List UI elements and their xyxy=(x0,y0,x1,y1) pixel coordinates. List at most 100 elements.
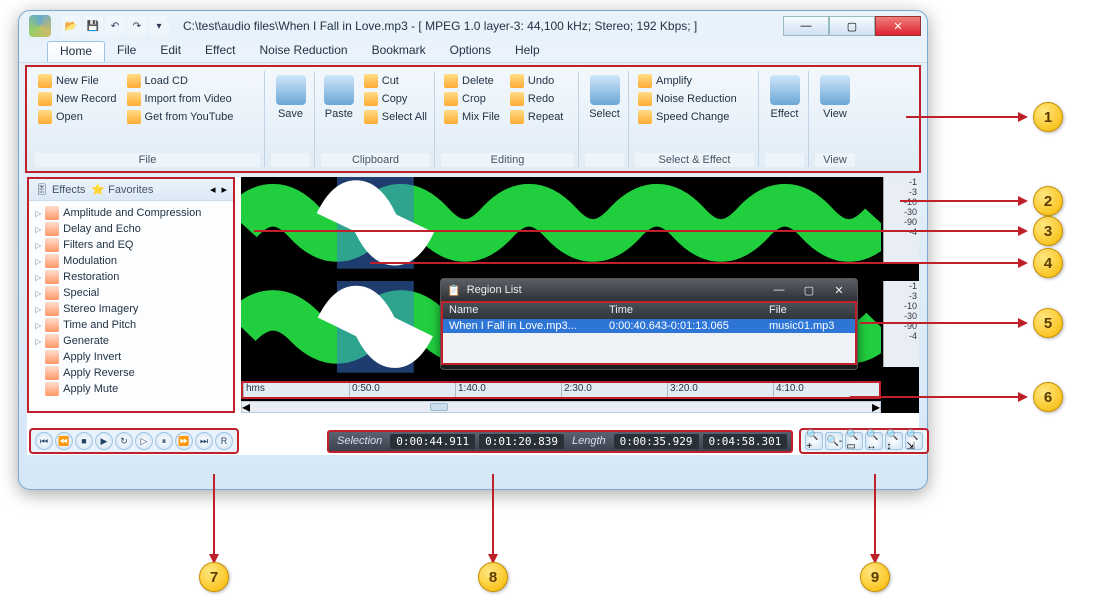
qat-save-icon[interactable]: 💾 xyxy=(83,16,103,36)
minimize-button[interactable]: — xyxy=(783,16,829,36)
amplify-button[interactable]: Amplify xyxy=(635,73,740,89)
fx-mute[interactable]: ▷Apply Mute xyxy=(33,381,229,397)
chevron-right-icon[interactable]: ▸ xyxy=(221,183,227,196)
zoom-in-button[interactable]: 🔍+ xyxy=(805,432,823,450)
menu-help[interactable]: Help xyxy=(503,41,552,62)
zoom-out-button[interactable]: 🔍- xyxy=(825,432,843,450)
menu-effect[interactable]: Effect xyxy=(193,41,247,62)
chevron-left-icon[interactable]: ◂ xyxy=(210,183,216,196)
file-icon xyxy=(38,74,52,88)
new-file-button[interactable]: New File xyxy=(35,73,120,89)
timeline-ruler[interactable]: hms 0:50.0 1:40.0 2:30.0 3:20.0 4:10.0 xyxy=(241,381,881,399)
region-maximize-button[interactable]: ▢ xyxy=(797,284,821,297)
zoom-out-v-button[interactable]: 🔍⇲ xyxy=(905,432,923,450)
region-list-titlebar[interactable]: 📋 Region List — ▢ ✕ xyxy=(441,279,857,301)
copy-button[interactable]: Copy xyxy=(361,91,430,107)
effects-tab[interactable]: 🎚 Effects xyxy=(35,183,85,196)
arrow-7 xyxy=(213,474,215,556)
waveform-left-channel[interactable] xyxy=(241,177,881,263)
noise-reduction-button[interactable]: Noise Reduction xyxy=(635,91,740,107)
qat-dropdown-icon[interactable]: ▾ xyxy=(149,16,169,36)
qat-undo-icon[interactable]: ↶ xyxy=(105,16,125,36)
region-row[interactable]: When I Fall in Love.mp3... 0:00:40.643-0… xyxy=(443,319,855,333)
fx-restoration[interactable]: ▷Restoration xyxy=(33,269,229,285)
select-button[interactable]: Select xyxy=(585,71,624,153)
redo-button[interactable]: Redo xyxy=(507,91,566,107)
load-cd-button[interactable]: Load CD xyxy=(124,73,237,89)
menu-file[interactable]: File xyxy=(105,41,148,62)
record-button[interactable]: R xyxy=(215,432,233,450)
play-button[interactable]: ▶ xyxy=(95,432,113,450)
qat-open-icon[interactable]: 📂 xyxy=(61,16,81,36)
callout-3: 3 xyxy=(1033,216,1063,246)
loop-button[interactable]: ↻ xyxy=(115,432,133,450)
fx-reverse[interactable]: ▷Apply Reverse xyxy=(33,365,229,381)
menu-home[interactable]: Home xyxy=(47,41,105,62)
effect-button[interactable]: Effect xyxy=(765,71,804,153)
fx-modulation[interactable]: ▷Modulation xyxy=(33,253,229,269)
col-name[interactable]: Name xyxy=(443,303,603,319)
menu-bookmark[interactable]: Bookmark xyxy=(360,41,438,62)
undo-button[interactable]: Undo xyxy=(507,73,566,89)
selection-label: Selection xyxy=(333,435,386,447)
close-button[interactable]: ✕ xyxy=(875,16,921,36)
fx-special[interactable]: ▷Special xyxy=(33,285,229,301)
arrow-3 xyxy=(254,230,1020,232)
menu-options[interactable]: Options xyxy=(438,41,503,62)
rewind-button[interactable]: ⏪ xyxy=(55,432,73,450)
play-selection-button[interactable]: ▷ xyxy=(135,432,153,450)
cut-button[interactable]: Cut xyxy=(361,73,430,89)
zoom-in-v-button[interactable]: 🔍↕ xyxy=(885,432,903,450)
fx-filters[interactable]: ▷Filters and EQ xyxy=(33,237,229,253)
import-video-button[interactable]: Import from Video xyxy=(124,91,237,107)
save-icon xyxy=(276,75,306,105)
delete-button[interactable]: Delete xyxy=(441,73,503,89)
mix-file-button[interactable]: Mix File xyxy=(441,109,503,125)
col-file[interactable]: File xyxy=(763,303,855,319)
callout-6: 6 xyxy=(1033,382,1063,412)
horizontal-scrollbar[interactable]: ◂▸ xyxy=(241,401,881,413)
col-time[interactable]: Time xyxy=(603,303,763,319)
selection-length: 0:00:35.929 xyxy=(614,434,699,449)
qat-redo-icon[interactable]: ↷ xyxy=(127,16,147,36)
fx-stereo[interactable]: ▷Stereo Imagery xyxy=(33,301,229,317)
record-icon xyxy=(38,92,52,106)
repeat-button[interactable]: Repeat xyxy=(507,109,566,125)
open-button[interactable]: Open xyxy=(35,109,120,125)
new-record-button[interactable]: New Record xyxy=(35,91,120,107)
get-youtube-button[interactable]: Get from YouTube xyxy=(124,109,237,125)
go-end-button[interactable]: ⏭ xyxy=(195,432,213,450)
region-time: 0:00:40.643-0:01:13.065 xyxy=(603,319,763,333)
region-close-button[interactable]: ✕ xyxy=(827,284,851,297)
pause-button[interactable]: ⏸ xyxy=(155,432,173,450)
go-start-button[interactable]: ⏮ xyxy=(35,432,53,450)
group-editing-label: Editing xyxy=(441,153,574,167)
scrollbar-thumb[interactable] xyxy=(430,403,448,411)
arrow-8 xyxy=(492,474,494,556)
fx-time-pitch[interactable]: ▷Time and Pitch xyxy=(33,317,229,333)
save-button[interactable]: Save xyxy=(271,71,310,153)
region-list-window[interactable]: 📋 Region List — ▢ ✕ Name Time File When … xyxy=(440,278,858,370)
region-minimize-button[interactable]: — xyxy=(767,284,791,296)
stop-button[interactable]: ■ xyxy=(75,432,93,450)
fx-amplitude[interactable]: ▷Amplitude and Compression xyxy=(33,205,229,221)
region-name: When I Fall in Love.mp3... xyxy=(443,319,603,333)
crop-button[interactable]: Crop xyxy=(441,91,503,107)
undo-icon xyxy=(510,74,524,88)
zoom-selection-button[interactable]: 🔍▭ xyxy=(845,432,863,450)
favorites-tab[interactable]: ⭐ Favorites xyxy=(91,183,153,196)
callout-5: 5 xyxy=(1033,308,1063,338)
zoom-full-button[interactable]: 🔍↔ xyxy=(865,432,883,450)
menu-edit[interactable]: Edit xyxy=(148,41,193,62)
fx-generate[interactable]: ▷Generate xyxy=(33,333,229,349)
select-all-button[interactable]: Select All xyxy=(361,109,430,125)
paste-button[interactable]: Paste xyxy=(321,71,357,153)
view-button[interactable]: View xyxy=(815,71,855,153)
menu-noise-reduction[interactable]: Noise Reduction xyxy=(248,41,360,62)
speed-change-button[interactable]: Speed Change xyxy=(635,109,740,125)
maximize-button[interactable]: ▢ xyxy=(829,16,875,36)
fx-invert[interactable]: ▷Apply Invert xyxy=(33,349,229,365)
forward-button[interactable]: ⏩ xyxy=(175,432,193,450)
db-scale-left: -1-3-10-30-90-4 xyxy=(883,177,919,263)
fx-delay[interactable]: ▷Delay and Echo xyxy=(33,221,229,237)
